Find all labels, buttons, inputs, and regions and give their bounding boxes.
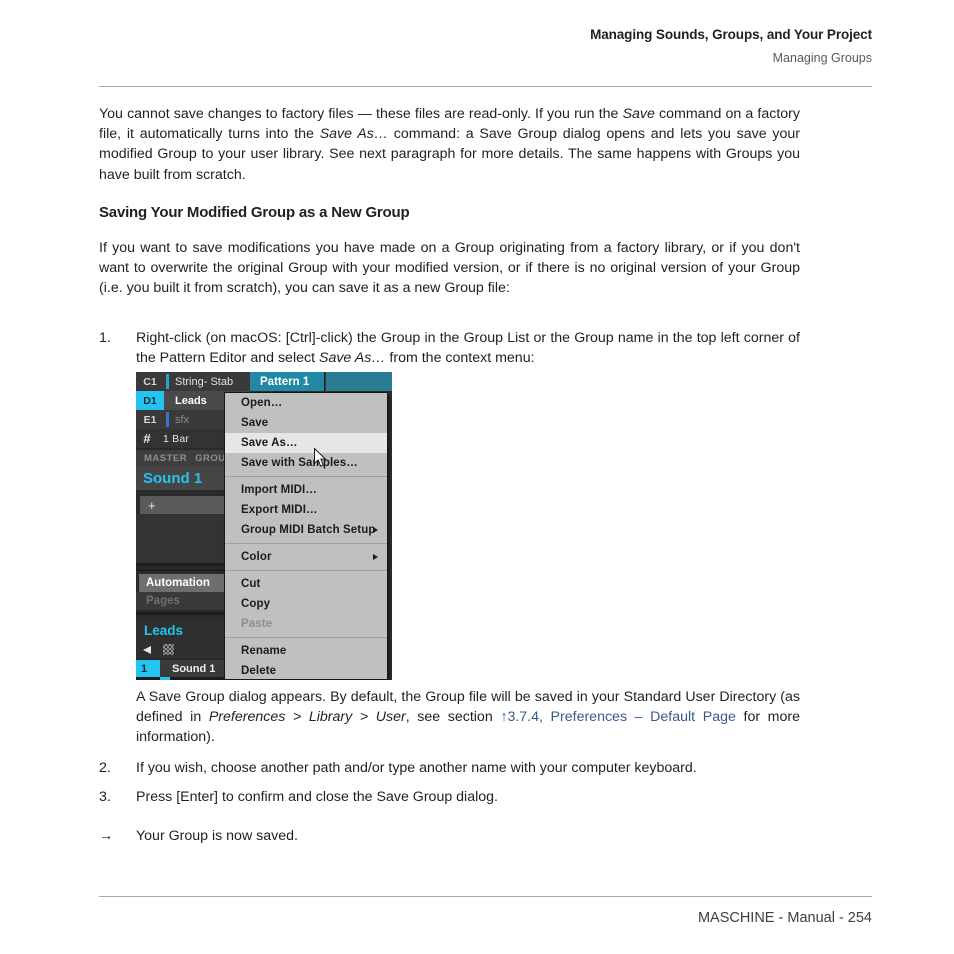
menu-separator-4 bbox=[225, 637, 387, 638]
intro-part1: You cannot save changes to factory files… bbox=[99, 106, 623, 122]
section-heading: Saving Your Modified Group as a New Grou… bbox=[99, 204, 410, 221]
manual-page: Managing Sounds, Groups, and Your Projec… bbox=[0, 0, 954, 954]
pad-key-d1[interactable]: D1 bbox=[136, 391, 164, 410]
screenshot-caption: A Save Group dialog appears. By default,… bbox=[99, 687, 800, 748]
step-3-text: Press [Enter] to confirm and close the S… bbox=[136, 789, 498, 805]
header-title: Managing Sounds, Groups, and Your Projec… bbox=[590, 27, 872, 42]
caption-text: A Save Group dialog appears. By default,… bbox=[136, 687, 800, 748]
header-subtitle: Managing Groups bbox=[772, 51, 872, 65]
pattern-1-tab[interactable]: Pattern 1 bbox=[250, 372, 325, 391]
menu-item-copy[interactable]: Copy bbox=[225, 594, 387, 614]
pad-name-c1[interactable]: String- Stab bbox=[164, 372, 250, 391]
section-heading-block: Saving Your Modified Group as a New Grou… bbox=[99, 204, 800, 221]
pad-key-c1[interactable]: C1 bbox=[136, 372, 164, 391]
context-menu[interactable]: Open… Save Save As… Save with Samples… I… bbox=[224, 392, 388, 680]
pad-row-c1[interactable]: C1 String- Stab bbox=[136, 372, 250, 391]
section-paragraph: If you want to save modifications you ha… bbox=[99, 240, 800, 297]
pad-label-e1: sfx bbox=[175, 413, 190, 426]
pad-color-bar-e1 bbox=[166, 412, 169, 427]
intro-paragraph: You cannot save changes to factory files… bbox=[99, 104, 800, 185]
menu-item-group-midi-batch-setup[interactable]: Group MIDI Batch Setup bbox=[225, 520, 387, 540]
intro-em-saveas: Save As… bbox=[319, 126, 389, 143]
result-line: → Your Group is now saved. bbox=[99, 826, 800, 846]
section-paragraph-block: If you want to save modifications you ha… bbox=[99, 238, 800, 299]
pattern-bar-remainder[interactable] bbox=[326, 372, 392, 391]
pad-label-d1: Leads bbox=[175, 394, 207, 407]
menu-item-export-midi[interactable]: Export MIDI… bbox=[225, 500, 387, 520]
menu-item-save[interactable]: Save bbox=[225, 413, 387, 433]
step-1-text: Right-click (on macOS: [Ctrl]-click) the… bbox=[136, 328, 800, 368]
menu-item-save-with-samples[interactable]: Save with Samples… bbox=[225, 453, 387, 473]
bar-length-label: 1 Bar bbox=[163, 432, 190, 445]
intro-em-save: Save bbox=[622, 106, 655, 122]
pad-key-e1[interactable]: E1 bbox=[136, 410, 164, 429]
step-1: 1. Right-click (on macOS: [Ctrl]-click) … bbox=[99, 328, 800, 368]
submenu-arrow-icon-color bbox=[373, 554, 378, 560]
menu-item-paste: Paste bbox=[241, 618, 273, 630]
result-text: Your Group is now saved. bbox=[136, 828, 298, 844]
step-2: 2. If you wish, choose another path and/… bbox=[99, 758, 800, 778]
header-rule bbox=[99, 86, 872, 87]
maschine-screenshot: C1 String- Stab D1 Leads E1 sfx # 1 Bar … bbox=[136, 372, 392, 680]
menu-label-group-midi-batch-setup: Group MIDI Batch Setup bbox=[241, 524, 376, 536]
pattern-bar: Pattern 1 bbox=[250, 372, 392, 391]
menu-separator-1 bbox=[225, 476, 387, 477]
tab-master[interactable]: MASTER bbox=[136, 453, 187, 464]
menu-separator-2 bbox=[225, 543, 387, 544]
caption-cross-reference-link[interactable]: ↑3.7.4, Preferences – Default Page bbox=[500, 709, 736, 725]
menu-item-delete[interactable]: Delete bbox=[225, 661, 387, 680]
step-1-part2: from the context menu: bbox=[385, 350, 535, 367]
step-3-number: 3. bbox=[99, 789, 111, 805]
menu-item-cut[interactable]: Cut bbox=[225, 574, 387, 594]
result-arrow-icon: → bbox=[99, 828, 114, 844]
step-1-em: Save As… bbox=[318, 350, 386, 367]
menu-label-color: Color bbox=[241, 551, 272, 563]
menu-item-import-midi[interactable]: Import MIDI… bbox=[225, 480, 387, 500]
menu-item-open[interactable]: Open… bbox=[225, 393, 387, 413]
page-header: Managing Sounds, Groups, and Your Projec… bbox=[99, 26, 872, 67]
caption-part2: , see section bbox=[405, 709, 501, 726]
sound-slot-number: 1 bbox=[136, 660, 160, 677]
footer-text: MASCHINE - Manual - 254 bbox=[697, 910, 872, 926]
menu-separator-3 bbox=[225, 570, 387, 571]
tab-group[interactable]: GROU bbox=[187, 453, 226, 464]
footer-rule bbox=[99, 896, 872, 897]
step-3: 3. Press [Enter] to confirm and close th… bbox=[99, 787, 800, 807]
menu-item-rename[interactable]: Rename bbox=[225, 641, 387, 661]
menu-item-save-as[interactable]: Save As… bbox=[225, 433, 387, 453]
caption-em-prefs: Preferences > Library > User bbox=[208, 709, 406, 726]
step-2-text: If you wish, choose another path and/or … bbox=[136, 760, 697, 776]
step-1-number: 1. bbox=[99, 330, 111, 346]
submenu-arrow-icon bbox=[373, 527, 378, 533]
pad-label-c1: String- Stab bbox=[175, 375, 234, 388]
intro-paragraph-block: You cannot save changes to factory files… bbox=[99, 104, 800, 185]
hash-icon: # bbox=[143, 431, 151, 446]
step-2-number: 2. bbox=[99, 760, 111, 776]
menu-item-color[interactable]: Color bbox=[225, 547, 387, 567]
grid-icon[interactable] bbox=[163, 643, 174, 655]
pad-color-bar-c1 bbox=[166, 374, 169, 389]
speaker-icon[interactable] bbox=[143, 644, 154, 655]
